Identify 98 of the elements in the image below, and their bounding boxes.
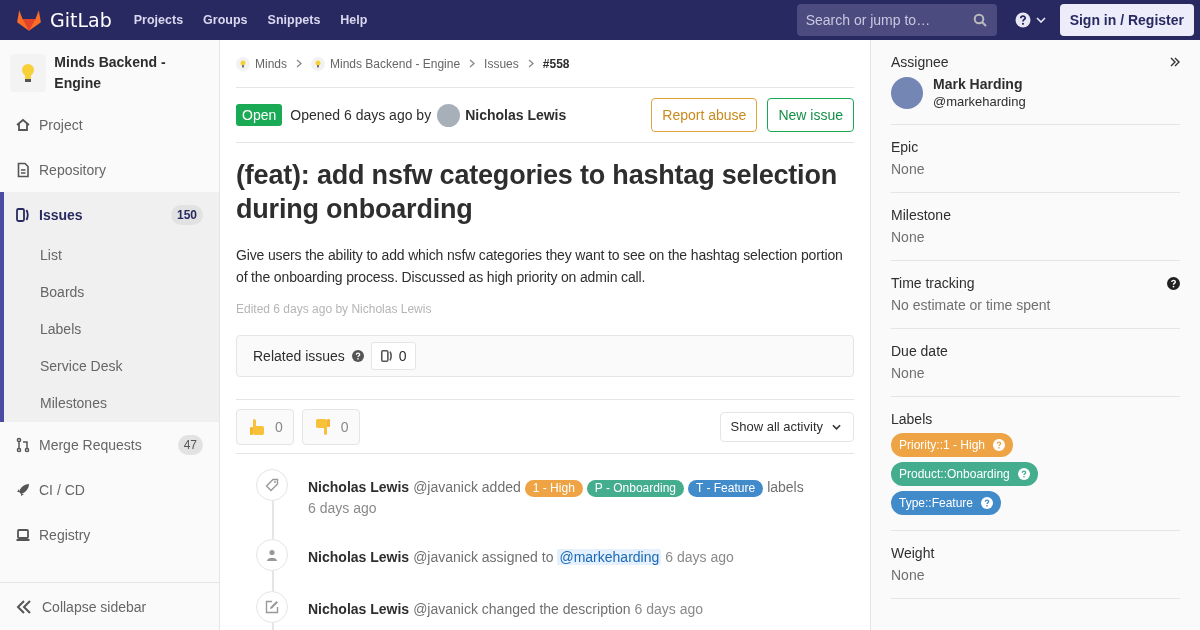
breadcrumb-link[interactable]: Minds: [255, 56, 287, 71]
activity-text: @javanick changed the description: [413, 601, 631, 617]
fox-logo-icon[interactable]: [16, 8, 42, 32]
block-heading: Epic: [891, 139, 919, 155]
avatar[interactable]: [891, 76, 923, 109]
search-icon: [972, 13, 987, 27]
lightbulb-icon: [236, 56, 250, 71]
breadcrumb-link[interactable]: Issues: [484, 56, 519, 71]
block-value: None: [891, 567, 926, 583]
sidebar-subitem[interactable]: Milestones: [4, 385, 219, 422]
help-icon: [1014, 12, 1031, 28]
help-icon: [981, 497, 994, 509]
author-link[interactable]: Nicholas Lewis: [308, 549, 410, 565]
chevron-separator-icon: [296, 59, 302, 68]
action-button[interactable]: New issue: [767, 98, 854, 132]
laptop-icon: [15, 526, 31, 543]
author-link[interactable]: Nicholas Lewis: [465, 107, 567, 123]
caret-icon: [832, 423, 841, 430]
activity-filter-dropdown[interactable]: Show all activity: [719, 411, 854, 442]
issues-icon: [379, 349, 394, 363]
breadcrumb-link[interactable]: Minds Backend - Engine: [330, 56, 461, 71]
help-icon: [993, 439, 1006, 451]
label-tag[interactable]: T - Feature: [688, 480, 764, 497]
lightbulb-icon: [311, 56, 325, 71]
block-value: None: [891, 229, 926, 245]
sidebar-item[interactable]: CI / CD: [0, 467, 219, 512]
count-badge: 47: [177, 434, 203, 455]
help-icon: [1017, 468, 1030, 480]
tag-icon: [265, 478, 279, 492]
activity-text: labels: [767, 479, 804, 495]
chevron-separator-icon: [527, 59, 534, 68]
assignee-username: @markeharding: [933, 94, 1026, 109]
related-issues-label: Related issues: [253, 348, 345, 364]
related-issues-count[interactable]: 0: [370, 342, 416, 370]
action-button[interactable]: Report abuse: [651, 98, 758, 132]
assignee-heading: Assignee: [891, 54, 949, 70]
issues-icon: [15, 206, 31, 223]
block-value: None: [891, 365, 926, 381]
sign-in-button[interactable]: Sign in / Register: [1059, 4, 1194, 36]
rocket-icon: [15, 481, 31, 498]
label-tag[interactable]: Type::Feature: [891, 491, 1002, 515]
timestamp: 6 days ago: [308, 499, 378, 518]
issue-title: (feat): add nsfw categories to hashtag selection during onboarding: [236, 159, 838, 226]
thumbs-up-icon: [249, 417, 265, 436]
issue-description: Give users the ability to add which nsfw categories they want to see on the hashtag selection portion of the onboarding process. Discussed as high priority on admin call.: [236, 246, 844, 287]
status-badge: Open: [236, 104, 283, 126]
edited-note: Edited 6 days ago by Nicholas Lewis: [236, 302, 433, 316]
block-heading: Due date: [891, 343, 948, 359]
search-field[interactable]: Search or jump to…: [796, 4, 997, 36]
breadcrumb-link[interactable]: #558: [542, 56, 570, 71]
activity-text: @javanick assigned to: [413, 549, 554, 565]
reaction-button[interactable]: 0: [301, 408, 360, 445]
sidebar-item[interactable]: Repository: [0, 147, 219, 192]
activity-text: @javanick added: [413, 479, 521, 495]
user-mention-link[interactable]: @markeharding: [557, 549, 662, 565]
brand-name[interactable]: GitLab: [50, 9, 112, 31]
double-chevron-left-icon: [16, 599, 32, 614]
block-heading: Milestone: [891, 207, 951, 223]
help-icon[interactable]: [1167, 276, 1180, 290]
block-heading: Labels: [891, 411, 933, 427]
sidebar-item[interactable]: Merge Requests 47: [0, 422, 219, 467]
caret-icon: [1035, 17, 1046, 23]
home-icon: [15, 116, 31, 133]
author-link[interactable]: Nicholas Lewis: [308, 601, 410, 617]
sidebar-subitem[interactable]: Labels: [4, 311, 219, 348]
nav-link[interactable]: Groups: [203, 13, 248, 27]
opened-text: Opened 6 days ago by: [290, 107, 432, 123]
document-icon: [15, 161, 31, 178]
sidebar-subitem[interactable]: Boards: [4, 274, 219, 311]
block-heading: Time tracking: [891, 275, 975, 291]
block-value: None: [891, 161, 926, 177]
block-heading: Weight: [891, 545, 935, 561]
timestamp: 6 days ago: [634, 601, 703, 617]
nav-link[interactable]: Projects: [133, 13, 184, 27]
sidebar-subitem[interactable]: Service Desk: [4, 348, 219, 385]
project-name[interactable]: Minds Backend - Engine: [54, 52, 209, 94]
edit-icon: [265, 600, 279, 614]
chevron-separator-icon: [469, 59, 476, 68]
nav-link[interactable]: Help: [340, 13, 368, 27]
nav-link[interactable]: Snippets: [267, 13, 321, 27]
author-link[interactable]: Nicholas Lewis: [308, 479, 410, 495]
sidebar-item[interactable]: Registry: [0, 512, 219, 557]
block-value: No estimate or time spent: [891, 297, 1052, 313]
help-dropdown[interactable]: [1014, 12, 1046, 28]
double-chevron-right-icon[interactable]: [1170, 57, 1180, 67]
reaction-button[interactable]: 0: [236, 408, 294, 445]
timestamp: 6 days ago: [665, 549, 734, 565]
sidebar-item[interactable]: Project: [0, 102, 219, 147]
sidebar-subitem[interactable]: List: [4, 237, 219, 274]
lightbulb-icon: [21, 63, 36, 83]
count-badge: 150: [170, 204, 203, 225]
merge-request-icon: [15, 436, 31, 453]
thumbs-down-icon: [314, 417, 331, 436]
user-icon: [266, 549, 278, 561]
collapse-sidebar-button[interactable]: Collapse sidebar: [0, 582, 219, 630]
sidebar-item[interactable]: Issues 150: [4, 192, 219, 237]
help-icon[interactable]: [351, 350, 364, 362]
assignee-name[interactable]: Mark Harding: [933, 76, 1026, 92]
